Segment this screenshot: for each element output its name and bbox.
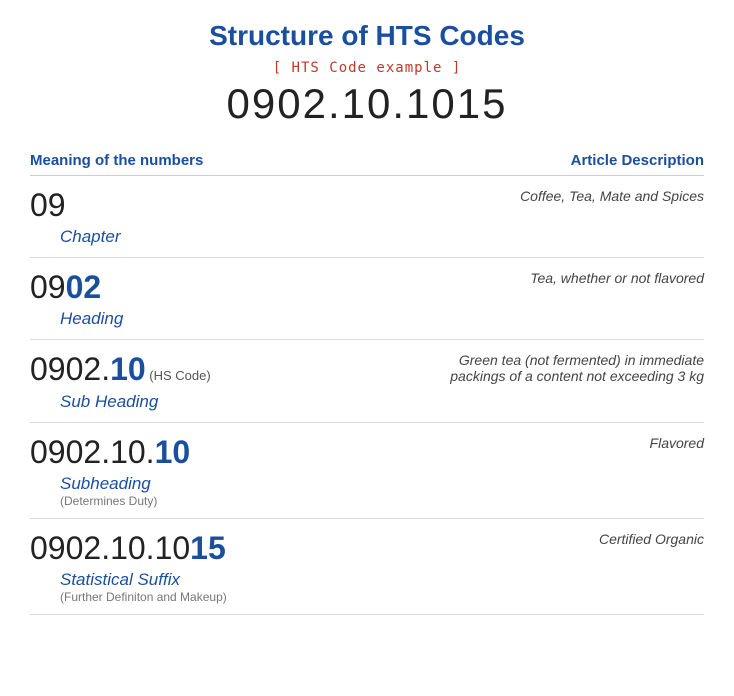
row-label: Subheading <box>60 474 640 494</box>
row-description: Tea, whether or not flavored <box>520 270 704 286</box>
row-label: Heading <box>60 309 520 329</box>
row-description: Certified Organic <box>589 531 704 547</box>
code-label: [ HTS Code example ] <box>30 60 704 76</box>
code-display: 0902.10 (HS Code) <box>30 352 424 387</box>
row-label: Statistical Suffix <box>60 570 589 590</box>
code-display: 0902.10.1015 <box>30 531 589 566</box>
row-left: 0902.10.10 Subheading(Determines Duty) <box>30 435 640 508</box>
table-row: 09 Chapter Coffee, Tea, Mate and Spices <box>30 176 704 258</box>
row-sub-label: (Determines Duty) <box>60 494 640 508</box>
header-left: Meaning of the numbers <box>30 152 203 169</box>
row-left: 0902.10 (HS Code) Sub Heading <box>30 352 424 411</box>
row-left: 09 Chapter <box>30 188 510 247</box>
code-prefix: 0902.10. <box>30 434 155 470</box>
code-prefix: 0902.10.10 <box>30 530 190 566</box>
row-description: Coffee, Tea, Mate and Spices <box>510 188 704 204</box>
hs-tag: (HS Code) <box>146 368 211 383</box>
table-row: 0902.10.1015 Statistical Suffix(Further D… <box>30 519 704 615</box>
row-sub-label: (Further Definiton and Makeup) <box>60 590 589 604</box>
row-description: Green tea (not fermented) in immediate p… <box>424 352 704 384</box>
row-label: Sub Heading <box>60 392 424 412</box>
row-left: 0902.10.1015 Statistical Suffix(Further D… <box>30 531 589 604</box>
table-row: 0902.10 (HS Code) Sub HeadingGreen tea (n… <box>30 340 704 422</box>
code-highlight: 15 <box>190 530 226 566</box>
code-prefix: 09 <box>30 187 66 223</box>
code-display: 0902 <box>30 270 520 305</box>
header-right: Article Description <box>571 152 704 169</box>
row-description: Flavored <box>640 435 704 451</box>
code-highlight: 02 <box>66 269 102 305</box>
table-row: 0902 Heading Tea, whether or not flavored <box>30 258 704 340</box>
code-display: 09 <box>30 188 510 223</box>
code-prefix: 0902. <box>30 351 110 387</box>
table-header: Meaning of the numbers Article Descripti… <box>30 146 704 176</box>
row-left: 0902 Heading <box>30 270 520 329</box>
table-row: 0902.10.10 Subheading(Determines Duty) Fla… <box>30 423 704 519</box>
code-prefix: 09 <box>30 269 66 305</box>
hts-code-example: 0902.10.1015 <box>30 80 704 128</box>
code-highlight: 10 <box>110 351 146 387</box>
row-label: Chapter <box>60 227 510 247</box>
code-display: 0902.10.10 <box>30 435 640 470</box>
page-title: Structure of HTS Codes <box>30 20 704 52</box>
code-highlight: 10 <box>155 434 191 470</box>
rows-container: 09ChapterCoffee, Tea, Mate and Spices090… <box>30 176 704 615</box>
